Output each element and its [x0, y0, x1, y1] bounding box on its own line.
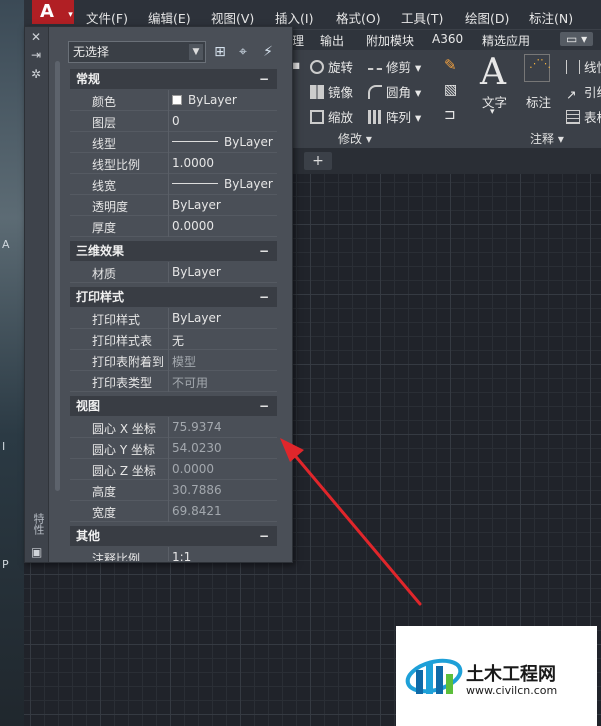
watermark-title: 土木工程网 [466, 664, 556, 685]
annotation-arrow [280, 438, 422, 606]
arrowhead-icon [280, 438, 304, 462]
watermark: 土木工程网 www.civilcn.com [396, 626, 597, 726]
civilcn-logo-icon [405, 658, 463, 694]
autocad-window: A I P A ▾ 文件(F) 编辑(E) 视图(V) 插入(I) 格式(O) … [0, 0, 601, 726]
watermark-url: www.civilcn.com [466, 684, 558, 697]
